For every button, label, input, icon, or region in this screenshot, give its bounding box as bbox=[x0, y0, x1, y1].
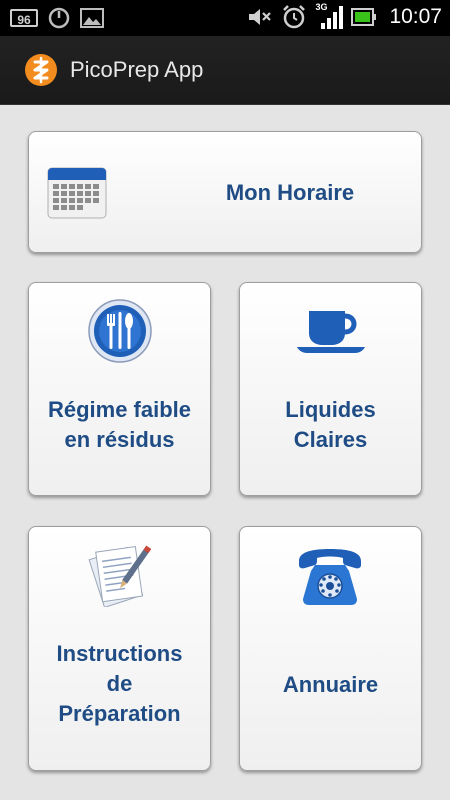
instructions-label-line2: de bbox=[106, 671, 133, 696]
liquides-button[interactable]: Liquides Claires bbox=[239, 282, 422, 496]
picoprep-logo-icon bbox=[25, 54, 57, 86]
alarm-icon bbox=[283, 5, 306, 29]
image-icon bbox=[80, 8, 104, 28]
app-bar: PicoPrep App bbox=[0, 36, 450, 105]
app-title: PicoPrep App bbox=[70, 57, 204, 82]
cup-icon bbox=[295, 307, 367, 360]
instructions-label: Instructions de Préparation bbox=[29, 639, 210, 729]
clock: 10:07 bbox=[389, 5, 442, 28]
annuaire-button[interactable]: Annuaire bbox=[239, 526, 422, 771]
instructions-label-line3: Préparation bbox=[58, 701, 181, 726]
regime-label-line1: Régime faible bbox=[47, 397, 192, 422]
liquides-label-line1: Liquides bbox=[285, 397, 376, 422]
telephone-icon bbox=[295, 547, 365, 612]
battery-full-icon bbox=[351, 8, 377, 26]
regime-button[interactable]: Régime faible en résidus bbox=[28, 282, 211, 496]
instructions-label-line1: Instructions bbox=[56, 641, 183, 666]
battery-icon: 96 bbox=[10, 9, 38, 27]
annuaire-label: Annuaire bbox=[282, 672, 379, 697]
settings-circle-icon bbox=[48, 7, 70, 29]
signal-icon: 3G bbox=[315, 2, 344, 30]
liquides-label: Liquides Claires bbox=[240, 395, 421, 455]
status-bar: 96 3G 10:07 bbox=[0, 0, 450, 36]
liquides-label-line2: Claires bbox=[293, 427, 368, 452]
regime-label-line2: en résidus bbox=[64, 427, 175, 452]
regime-label: Régime faible en résidus bbox=[29, 395, 210, 455]
plate-utensils-icon bbox=[87, 298, 153, 369]
instructions-button[interactable]: Instructions de Préparation bbox=[28, 526, 211, 771]
document-pen-icon bbox=[87, 541, 153, 612]
mon-horaire-button[interactable]: Mon Horaire bbox=[28, 131, 422, 253]
mute-icon bbox=[249, 9, 272, 25]
mon-horaire-label: Mon Horaire bbox=[225, 180, 355, 205]
calendar-icon bbox=[47, 166, 107, 225]
